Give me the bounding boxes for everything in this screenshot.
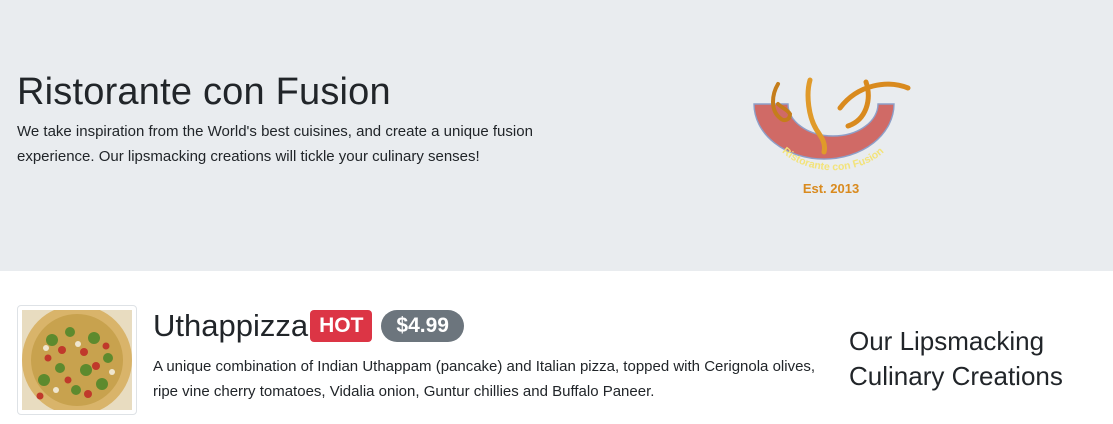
- dish-thumbnail: [17, 305, 137, 415]
- logo-est-text: Est. 2013: [803, 181, 859, 196]
- price-badge: $4.99: [381, 310, 464, 342]
- jumbotron-text: Ristorante con Fusion We take inspiratio…: [17, 70, 537, 169]
- dish-media-body: Uthappizza HOT $4.99 A unique combinatio…: [153, 304, 833, 404]
- dish-description: A unique combination of Indian Uthappam …: [153, 358, 816, 400]
- hot-badge: HOT: [310, 310, 373, 342]
- dish-heading: Uthappizza HOT $4.99: [153, 304, 833, 348]
- restaurant-description: We take inspiration from the World's bes…: [17, 123, 533, 165]
- featured-heading: Our Lipsmacking Culinary Creations: [849, 326, 1063, 391]
- restaurant-logo: Ristorante con Fusion Est. 2013: [753, 77, 911, 196]
- pizza-image: [22, 305, 132, 415]
- dish-name: Uthappizza: [153, 308, 309, 343]
- restaurant-title: Ristorante con Fusion: [17, 71, 391, 113]
- jumbotron: Ristorante con Fusion We take inspiratio…: [0, 0, 1113, 271]
